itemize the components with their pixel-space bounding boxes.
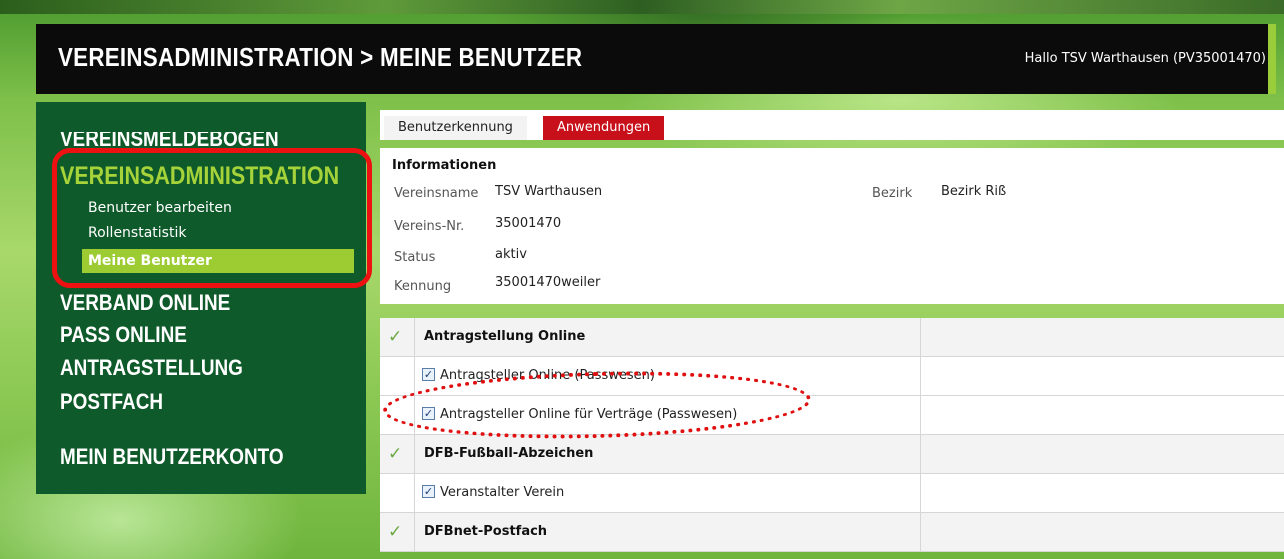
vereinsname-label: Vereinsname bbox=[394, 186, 479, 201]
bezirk-label: Bezirk bbox=[872, 186, 913, 201]
header-accent bbox=[1268, 24, 1276, 94]
application-label: Veranstalter Verein bbox=[440, 485, 565, 500]
tab-benutzerkennung[interactable]: Benutzerkennung bbox=[384, 116, 527, 140]
bezirk-value: Bezirk Riß bbox=[941, 184, 1007, 199]
check-icon: ✓ bbox=[388, 522, 403, 542]
sidebar-item-antragstellung[interactable]: ANTRAGSTELLUNG bbox=[60, 355, 243, 381]
table-row: ✓ Veranstalter Verein bbox=[380, 474, 1284, 513]
sidebar-top-mask bbox=[36, 102, 366, 132]
row-status-cell: ✓ bbox=[380, 513, 415, 551]
vereinsname-value: TSV Warthausen bbox=[495, 184, 603, 199]
group-label: Antragstellung Online bbox=[424, 329, 586, 344]
row-main-cell: DFB-Fußball-Abzeichen bbox=[414, 435, 921, 473]
group-label: DFBnet-Postfach bbox=[424, 524, 548, 539]
status-label: Status bbox=[394, 250, 436, 265]
top-banner-strip bbox=[0, 0, 1284, 14]
applications-table: ✓ Antragstellung Online ✓ Antragsteller … bbox=[380, 318, 1284, 559]
table-row: ✓ DFB-Fußball-Abzeichen bbox=[380, 435, 1284, 474]
info-title: Informationen bbox=[392, 158, 497, 173]
status-value: aktiv bbox=[495, 247, 527, 262]
row-status-cell: ✓ bbox=[380, 435, 415, 473]
vereinsnr-value: 35001470 bbox=[495, 216, 562, 231]
row-status-cell bbox=[380, 357, 415, 395]
checkbox[interactable]: ✓ bbox=[422, 368, 435, 381]
user-greeting: Hallo TSV Warthausen (PV35001470) bbox=[1024, 51, 1266, 66]
check-icon: ✓ bbox=[388, 444, 403, 464]
row-main-cell: Antragstellung Online bbox=[414, 318, 921, 356]
check-icon: ✓ bbox=[388, 327, 403, 347]
kennung-value: 35001470weiler bbox=[495, 275, 601, 290]
vereinsnr-label: Vereins-Nr. bbox=[394, 219, 465, 234]
kennung-label: Kennung bbox=[394, 279, 452, 294]
sidebar-item-verband-online[interactable]: VERBAND ONLINE bbox=[60, 290, 230, 316]
tab-anwendungen[interactable]: Anwendungen bbox=[543, 116, 665, 140]
checkbox[interactable]: ✓ bbox=[422, 485, 435, 498]
highlight-box bbox=[52, 148, 372, 288]
tab-bar: Benutzerkennung Anwendungen bbox=[380, 110, 1284, 140]
group-label: DFB-Fußball-Abzeichen bbox=[424, 446, 594, 461]
row-main-cell: ✓ Veranstalter Verein bbox=[414, 474, 921, 512]
page-title: VEREINSADMINISTRATION > MEINE BENUTZER bbox=[58, 42, 583, 72]
table-row: ✓ Antragstellung Online bbox=[380, 318, 1284, 357]
table-row: ✓ DFBnet-Postfach bbox=[380, 513, 1284, 552]
main-content: Benutzerkennung Anwendungen Informatione… bbox=[380, 102, 1284, 559]
row-main-cell: DFBnet-Postfach bbox=[414, 513, 921, 551]
sidebar-item-mein-benutzerkonto[interactable]: MEIN BENUTZERKONTO bbox=[60, 444, 284, 470]
sidebar-item-postfach[interactable]: POSTFACH bbox=[60, 389, 163, 415]
row-status-cell bbox=[380, 474, 415, 512]
row-status-cell: ✓ bbox=[380, 318, 415, 356]
info-panel: Informationen Vereinsname TSV Warthausen… bbox=[380, 148, 1284, 304]
sidebar-item-pass-online[interactable]: PASS ONLINE bbox=[60, 322, 187, 348]
page-header: VEREINSADMINISTRATION > MEINE BENUTZER H… bbox=[36, 24, 1276, 94]
